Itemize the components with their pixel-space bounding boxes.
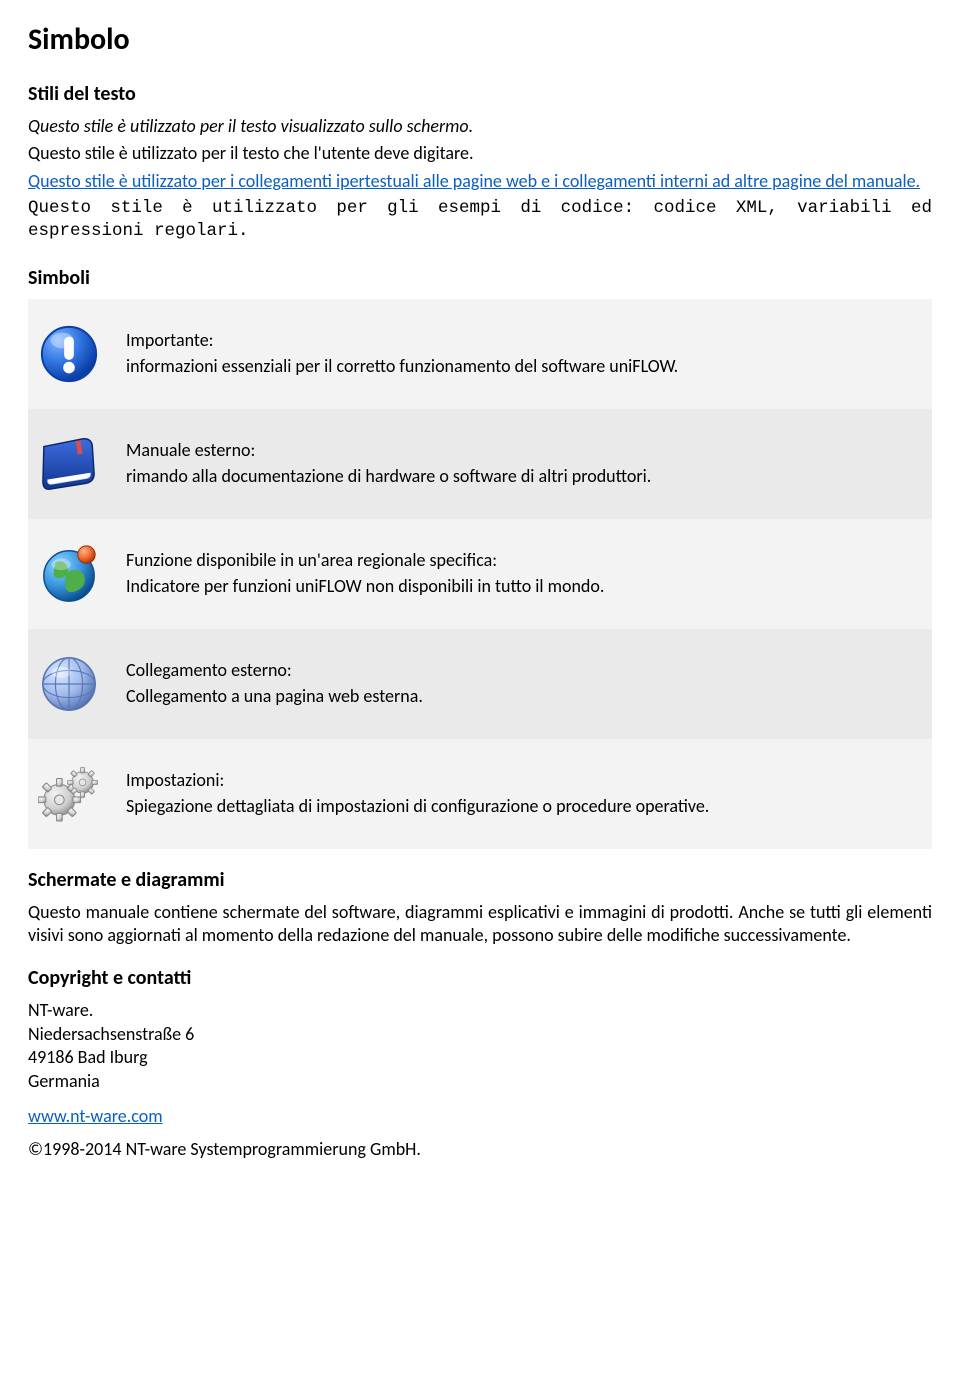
symbol-desc: Spiegazione dettagliata di impostazioni …: [126, 795, 922, 818]
symbol-row-external-link: Collegamento esterno: Collegamento a una…: [28, 629, 932, 739]
screens-body: Questo manuale contiene schermate del so…: [28, 901, 932, 948]
book-icon: [38, 435, 126, 493]
symbol-row-manual: Manuale esterno: rimando alla documentaz…: [28, 409, 932, 519]
symbol-label: Collegamento esterno:: [126, 659, 922, 682]
symbol-label: Funzione disponibile in un'area regional…: [126, 549, 922, 572]
symbol-desc: Collegamento a una pagina web esterna.: [126, 685, 922, 708]
contact-company: NT-ware.: [28, 999, 932, 1022]
symbols-heading: Simboli: [28, 265, 932, 291]
style-screen-text: Questo stile è utilizzato per il testo v…: [28, 115, 932, 138]
contact-country: Germania: [28, 1070, 932, 1093]
text-styles-heading: Stili del testo: [28, 81, 932, 107]
style-hyperlink-text: Questo stile è utilizzato per i collegam…: [28, 170, 932, 193]
style-code-text: Questo stile è utilizzato per gli esempi…: [28, 197, 932, 243]
contact-url-link[interactable]: www.nt-ware.com: [28, 1105, 163, 1128]
symbol-desc: Indicatore per funzioni uniFLOW non disp…: [126, 575, 922, 598]
contact-street: Niedersachsenstraße 6: [28, 1023, 932, 1046]
page-title: Simbolo: [28, 20, 932, 59]
symbol-desc: informazioni essenziali per il corretto …: [126, 355, 922, 378]
contact-heading: Copyright e contatti: [28, 965, 932, 991]
screens-heading: Schermate e diagrammi: [28, 867, 932, 893]
earth-globe-icon: [38, 543, 126, 605]
symbol-row-settings: Impostazioni: Spiegazione dettagliata di…: [28, 739, 932, 849]
symbols-table: Importante: informazioni essenziali per …: [28, 299, 932, 849]
exclamation-icon: [38, 323, 126, 385]
symbol-label: Importante:: [126, 329, 922, 352]
contact-zipcity: 49186 Bad Iburg: [28, 1046, 932, 1069]
symbol-row-important: Importante: informazioni essenziali per …: [28, 299, 932, 409]
style-input-text: Questo stile è utilizzato per il testo c…: [28, 142, 932, 165]
wire-globe-icon: [38, 653, 126, 715]
symbol-label: Impostazioni:: [126, 769, 922, 792]
symbol-desc: rimando alla documentazione di hardware …: [126, 465, 922, 488]
copyright-line: ©1998-2014 NT-ware Systemprogrammierung …: [28, 1138, 932, 1161]
symbol-label: Manuale esterno:: [126, 439, 922, 462]
symbol-row-regional: Funzione disponibile in un'area regional…: [28, 519, 932, 629]
gears-icon: [38, 765, 126, 823]
